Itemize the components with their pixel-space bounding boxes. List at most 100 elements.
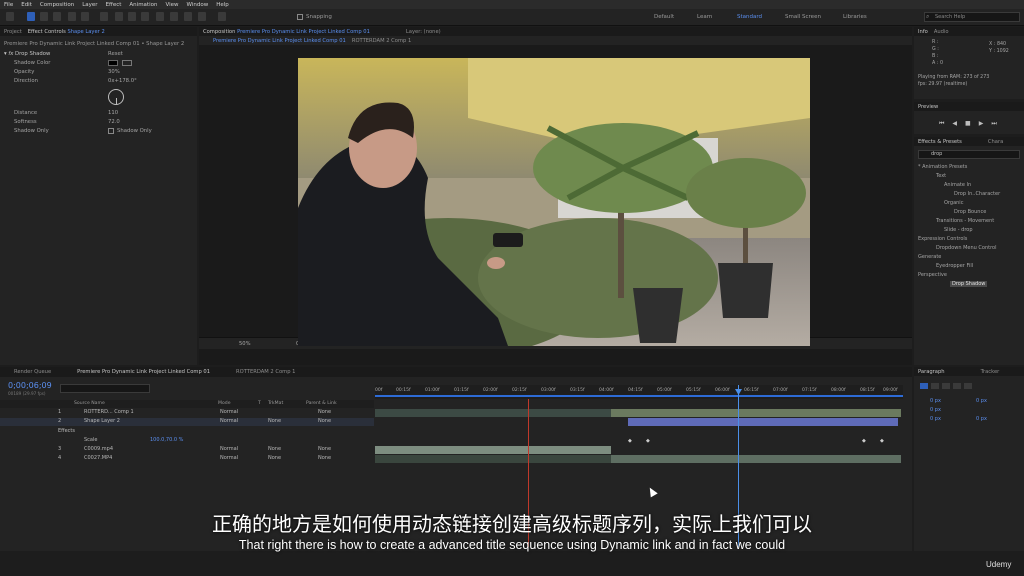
layer-trkmat[interactable]: None [268,418,281,424]
brush-tool-icon[interactable] [156,12,164,21]
menu-composition[interactable]: Composition [40,2,74,8]
shadow-only-checkbox[interactable] [108,128,114,134]
layer-parent[interactable]: None [318,418,331,424]
rectangle-tool-icon[interactable] [115,12,123,21]
layer-mode[interactable]: Normal [220,409,238,415]
menu-window[interactable]: Window [187,2,209,8]
track-bar-layer-1-head[interactable] [375,409,611,417]
track-bar-layer-1[interactable] [611,409,901,417]
align-right-icon[interactable] [942,383,950,389]
type-tool-icon[interactable] [141,12,149,21]
tab-paragraph[interactable]: Paragraph [918,369,945,375]
tree-organic[interactable]: Organic [944,200,963,206]
layer-mode[interactable]: Normal [220,418,238,424]
subtab-linked-comp[interactable]: Premiere Pro Dynamic Link Project Linked… [213,38,346,44]
workspace-small-screen[interactable]: Small Screen [785,14,821,20]
timeline-timecode[interactable]: 0;00;06;09 [8,381,52,390]
direction-dial[interactable] [108,89,124,105]
menu-view[interactable]: View [165,2,178,8]
first-frame-icon[interactable]: ⏮ [939,120,944,128]
pen-tool-icon[interactable] [128,12,136,21]
tab-audio[interactable]: Audio [934,29,949,35]
indent-first-value[interactable]: 0 px [930,407,941,413]
workspace-default[interactable]: Default [654,14,674,20]
track-bar-layer-4-head[interactable] [375,455,611,463]
tab-character[interactable]: Chara [988,139,1003,145]
keyframe-icon[interactable]: ◆ [862,438,866,444]
camera-tool-icon[interactable] [81,12,89,21]
direction-value[interactable]: 0x+178.0° [108,78,137,84]
workspace-standard[interactable]: Standard [737,14,762,20]
opacity-value[interactable]: 30% [108,69,120,75]
tab-timeline-rotterdam[interactable]: ROTTERDAM 2 Comp 1 [236,369,295,375]
tree-generate[interactable]: Generate [918,254,941,260]
layer-row[interactable]: 1 ROTTERD... Comp 1 Normal None [0,409,374,417]
tree-eyedropper-fill[interactable]: Eyedropper Fill [936,263,973,269]
indent-right-value[interactable]: 0 px [976,398,987,404]
workspace-learn[interactable]: Learn [697,14,712,20]
menu-file[interactable]: File [4,2,13,8]
work-area-bar[interactable] [375,395,903,397]
justify-center-icon[interactable] [964,383,972,389]
snapping-checkbox[interactable] [297,14,303,20]
timeline-search-input[interactable] [60,384,150,393]
puppet-tool-icon[interactable] [218,12,226,21]
roto-brush-tool-icon[interactable] [198,12,206,21]
space-before-value[interactable]: 0 px [930,416,941,422]
effect-reset-button[interactable]: Reset [108,51,123,57]
layer-parent[interactable]: None [318,409,331,415]
tree-transitions-movement[interactable]: Transitions - Movement [936,218,994,224]
layer-parent[interactable]: None [318,446,331,452]
menu-effect[interactable]: Effect [106,2,122,8]
eraser-tool-icon[interactable] [184,12,192,21]
subtab-rotterdam-comp[interactable]: ROTTERDAM 2 Comp 1 [352,38,411,44]
pan-behind-tool-icon[interactable] [100,12,108,21]
keyframe-icon[interactable]: ◆ [628,438,632,444]
tab-render-queue[interactable]: Render Queue [14,369,51,375]
tree-animation-presets[interactable]: * Animation Presets [918,164,967,170]
effects-group[interactable]: Effects [58,428,75,436]
effect-drop-shadow[interactable]: ▾ fx Drop Shadow [4,51,50,57]
tab-project[interactable]: Project [4,29,22,35]
tab-effects-presets[interactable]: Effects & Presets [918,139,962,145]
tree-perspective[interactable]: Perspective [918,272,947,278]
layer-mode[interactable]: Normal [220,455,238,461]
layer-trkmat[interactable]: None [268,455,281,461]
time-ruler[interactable]: 00f 00:15f 01:00f 01:15f 02:00f 02:15f 0… [375,385,903,399]
layer-row[interactable]: 2 Shape Layer 2 Normal None None [0,418,374,426]
scale-value[interactable]: 100.0,70.0 % [150,437,183,445]
workspace-libraries[interactable]: Libraries [843,14,867,20]
menu-animation[interactable]: Animation [129,2,157,8]
next-frame-icon[interactable]: ▶ [979,120,984,128]
stop-icon[interactable]: ■ [965,120,971,128]
tab-timeline-linked-comp[interactable]: Premiere Pro Dynamic Link Project Linked… [77,369,210,375]
shadow-color-swatch[interactable] [108,60,118,66]
track-bar-layer-4[interactable] [611,455,901,463]
home-icon[interactable] [6,12,14,21]
tab-composition[interactable]: Composition Premiere Pro Dynamic Link Pr… [203,29,370,35]
align-center-icon[interactable] [931,383,939,389]
tab-layer[interactable]: Layer: (none) [406,29,441,35]
justify-left-icon[interactable] [953,383,961,389]
layer-mode[interactable]: Normal [220,446,238,452]
tree-drop-shadow[interactable]: Drop Shadow [950,281,988,287]
space-after-value[interactable]: 0 px [976,416,987,422]
tab-tracker[interactable]: Tracker [981,369,1000,375]
tree-expression-controls[interactable]: Expression Controls [918,236,967,242]
align-left-icon[interactable] [920,383,928,389]
tab-effect-controls[interactable]: Effect Controls Shape Layer 2 [28,29,105,35]
tree-drop-bounce[interactable]: Drop Bounce [954,209,986,215]
last-frame-icon[interactable]: ⏭ [991,120,996,128]
rotate-tool-icon[interactable] [68,12,76,21]
hand-tool-icon[interactable] [40,12,48,21]
tree-slide-drop[interactable]: Slide - drop [944,227,973,233]
tree-text[interactable]: Text [936,173,946,179]
tab-info[interactable]: Info [918,29,928,35]
layer-row[interactable]: 3 C0009.mp4 Normal None None [0,446,374,454]
preview-title[interactable]: Preview [918,104,938,110]
search-help-input[interactable]: Search Help [924,12,1020,22]
keyframe-icon[interactable]: ◆ [880,438,884,444]
menu-layer[interactable]: Layer [82,2,97,8]
track-bar-layer-2[interactable] [628,418,898,426]
menu-edit[interactable]: Edit [21,2,32,8]
